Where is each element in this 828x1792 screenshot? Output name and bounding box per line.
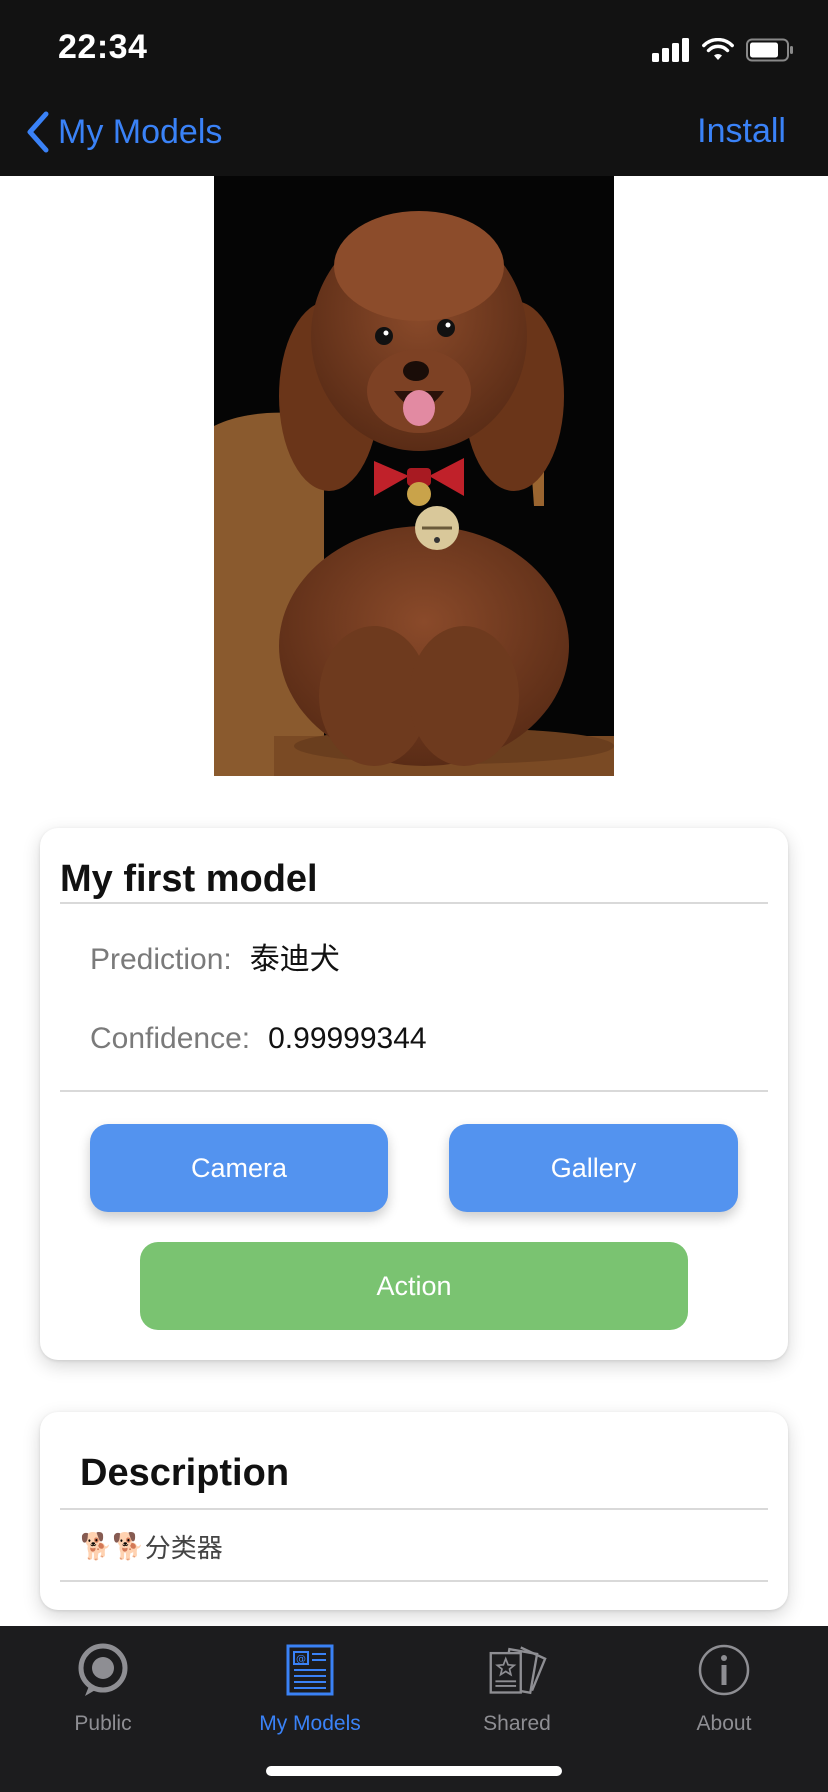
home-indicator[interactable] — [266, 1766, 562, 1776]
tab-shared[interactable]: Shared — [427, 1640, 607, 1736]
divider — [60, 1580, 768, 1582]
install-button[interactable]: Install — [697, 112, 786, 151]
prediction-label: Prediction: — [90, 943, 232, 976]
about-icon — [694, 1640, 754, 1700]
back-button[interactable]: My Models — [22, 108, 222, 156]
tab-about[interactable]: About — [634, 1640, 814, 1736]
prediction-value: 泰迪犬 — [249, 943, 340, 976]
poodle-photo — [214, 176, 614, 776]
public-icon — [73, 1640, 133, 1700]
tab-label: Public — [74, 1712, 132, 1735]
tab-label: My Models — [259, 1712, 361, 1735]
prediction-row: Prediction: 泰迪犬 — [90, 934, 340, 978]
confidence-row: Confidence: 0.99999344 — [90, 1022, 427, 1056]
description-text-row: 🐕🐕 分类器 — [80, 1528, 223, 1565]
divider — [60, 902, 768, 904]
divider — [60, 1090, 768, 1092]
my-models-icon: @ — [280, 1640, 340, 1700]
description-title: Description — [80, 1452, 290, 1494]
description-text: 分类器 — [144, 1533, 223, 1563]
confidence-label: Confidence: — [90, 1022, 251, 1055]
prediction-image — [214, 176, 614, 776]
tab-my-models[interactable]: @ My Models — [220, 1640, 400, 1736]
top-bar: 22:34 My Models Install — [0, 0, 828, 176]
signal-icon — [652, 38, 689, 62]
tab-label: Shared — [483, 1712, 551, 1735]
model-card: My first model Prediction: 泰迪犬 Confidenc… — [40, 828, 788, 1360]
svg-text:@: @ — [296, 1654, 306, 1665]
gallery-button[interactable]: Gallery — [449, 1124, 738, 1212]
tab-public[interactable]: Public — [13, 1640, 193, 1736]
description-card: Description 🐕🐕 分类器 — [40, 1412, 788, 1610]
confidence-value: 0.99999344 — [268, 1022, 427, 1055]
action-button[interactable]: Action — [140, 1242, 688, 1330]
status-icons — [652, 34, 794, 66]
shared-icon — [487, 1640, 547, 1700]
tab-label: About — [696, 1712, 752, 1735]
battery-icon — [746, 38, 793, 62]
chevron-left-icon — [27, 111, 49, 153]
camera-button[interactable]: Camera — [90, 1124, 388, 1212]
wifi-icon — [702, 38, 734, 60]
dog-emoji: 🐕🐕 — [80, 1531, 145, 1561]
model-title: My first model — [60, 858, 318, 900]
divider — [60, 1508, 768, 1510]
status-time: 22:34 — [58, 28, 148, 66]
back-button-label: My Models — [58, 112, 223, 151]
